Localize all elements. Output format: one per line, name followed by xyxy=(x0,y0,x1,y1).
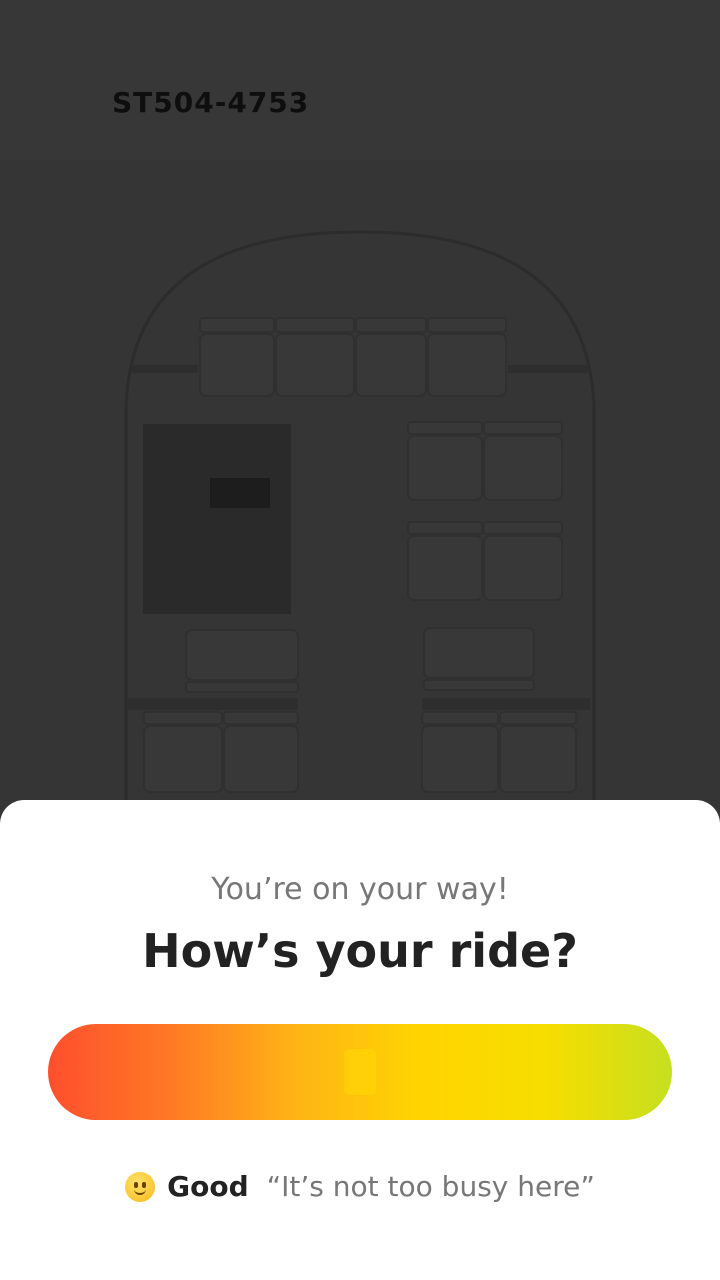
header: ST504-4753 xyxy=(0,0,720,160)
rating-quote: “It’s not too busy here” xyxy=(266,1170,595,1203)
crowding-rating-slider[interactable] xyxy=(48,1024,672,1120)
door-sign xyxy=(210,478,270,508)
rating-status: Good “It’s not too busy here” xyxy=(0,1170,720,1203)
car-layout-map xyxy=(0,160,720,800)
train-id: ST504-4753 xyxy=(112,86,310,119)
slightly-smiling-face-icon xyxy=(125,1171,156,1202)
divider xyxy=(508,365,588,373)
divider xyxy=(128,698,298,710)
sheet-subtitle: You’re on your way! xyxy=(211,872,509,907)
car-layout-diagram xyxy=(124,230,596,800)
divider xyxy=(132,365,198,373)
seat-row-top xyxy=(199,317,507,397)
seat-row-middle xyxy=(185,627,535,693)
seat-row-right xyxy=(407,421,563,601)
seat-row-bottom xyxy=(143,711,577,793)
door-panel xyxy=(143,424,291,614)
divider xyxy=(422,698,590,710)
sheet-title: How’s your ride? xyxy=(142,924,578,978)
rating-level: Good xyxy=(167,1170,249,1203)
slider-thumb[interactable] xyxy=(344,1049,376,1095)
